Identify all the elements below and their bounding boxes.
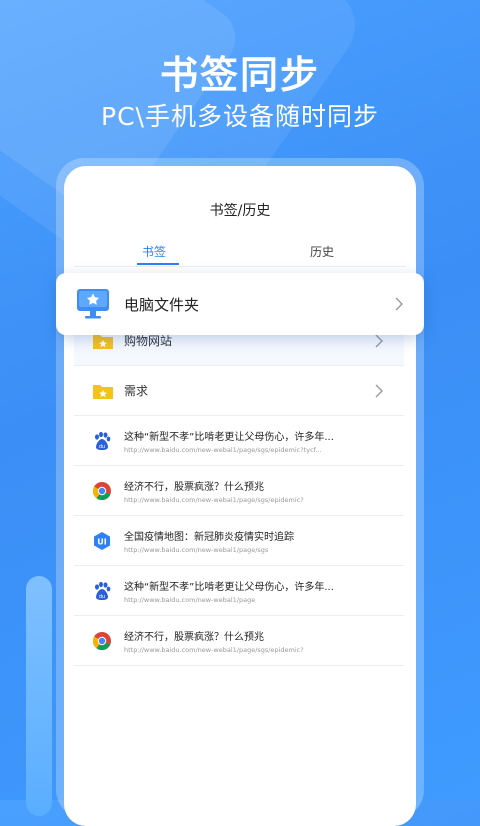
hero-title: 书签同步 bbox=[159, 53, 320, 97]
link-url: http://www.baidu.com/new-webal1/page bbox=[124, 595, 256, 604]
side-decoration bbox=[26, 576, 52, 816]
link-title: 这种“新型不孝”比啃老更让父母伤心，许多年... bbox=[124, 581, 334, 593]
card-title: 书签/历史 bbox=[209, 203, 271, 219]
divider bbox=[74, 266, 406, 267]
baidu-paw-icon: du bbox=[95, 431, 111, 450]
svg-text:du: du bbox=[99, 594, 105, 600]
link-title: 全国疫情地图：新冠肺炎疫情实时追踪 bbox=[124, 531, 294, 543]
list-item[interactable]: UI 全国疫情地图：新冠肺炎疫情实时追踪 http://www.baidu.co… bbox=[74, 516, 404, 566]
list-item[interactable]: du 这种“新型不孝”比啃老更让父母伤心，许多年... http://www.b… bbox=[74, 416, 404, 466]
chrome-icon bbox=[92, 481, 111, 500]
folder-label: 需求 bbox=[124, 384, 149, 398]
link-url: http://www.baidu.com/new-webal1/page/sgs… bbox=[124, 445, 322, 454]
tab-history[interactable]: 历史 bbox=[310, 243, 334, 260]
desktop-star-icon bbox=[77, 289, 109, 319]
chevron-right-icon bbox=[375, 334, 383, 347]
svg-text:du: du bbox=[99, 444, 105, 450]
folder-star-icon bbox=[93, 384, 113, 399]
list-item[interactable]: 经济不行，股票疯涨？什么预兆 http://www.baidu.com/new-… bbox=[74, 466, 404, 516]
list-item[interactable]: du 这种“新型不孝”比啃老更让父母伤心，许多年... http://www.b… bbox=[74, 566, 404, 616]
link-title: 这种“新型不孝”比啃老更让父母伤心，许多年... bbox=[124, 431, 334, 443]
folder-row-computer[interactable]: 电脑文件夹 bbox=[56, 273, 424, 335]
svg-text:UI: UI bbox=[97, 537, 106, 546]
chevron-right-icon bbox=[395, 297, 403, 311]
tab-active-indicator bbox=[137, 263, 179, 265]
link-url: http://www.baidu.com/new-webal1/page/sgs… bbox=[124, 645, 304, 654]
ui-badge-icon: UI bbox=[94, 531, 110, 550]
link-url: http://www.baidu.com/new-webal1/page/sgs… bbox=[124, 495, 304, 504]
tab-bookmarks[interactable]: 书签 bbox=[142, 243, 166, 260]
chrome-icon bbox=[92, 631, 111, 650]
baidu-paw-icon: du bbox=[95, 581, 111, 600]
list-item[interactable]: 经济不行，股票疯涨？什么预兆 http://www.baidu.com/new-… bbox=[74, 616, 404, 666]
link-title: 经济不行，股票疯涨？什么预兆 bbox=[124, 481, 264, 493]
link-title: 经济不行，股票疯涨？什么预兆 bbox=[124, 631, 264, 643]
popup-folder-label: 电脑文件夹 bbox=[124, 295, 200, 314]
chevron-right-icon bbox=[375, 384, 383, 397]
hero-subtitle: PC\手机多设备随时同步 bbox=[101, 102, 379, 131]
link-url: http://www.baidu.com/new-webal1/page/sgs bbox=[124, 545, 269, 554]
folder-row-needs[interactable]: 需求 bbox=[74, 366, 404, 416]
